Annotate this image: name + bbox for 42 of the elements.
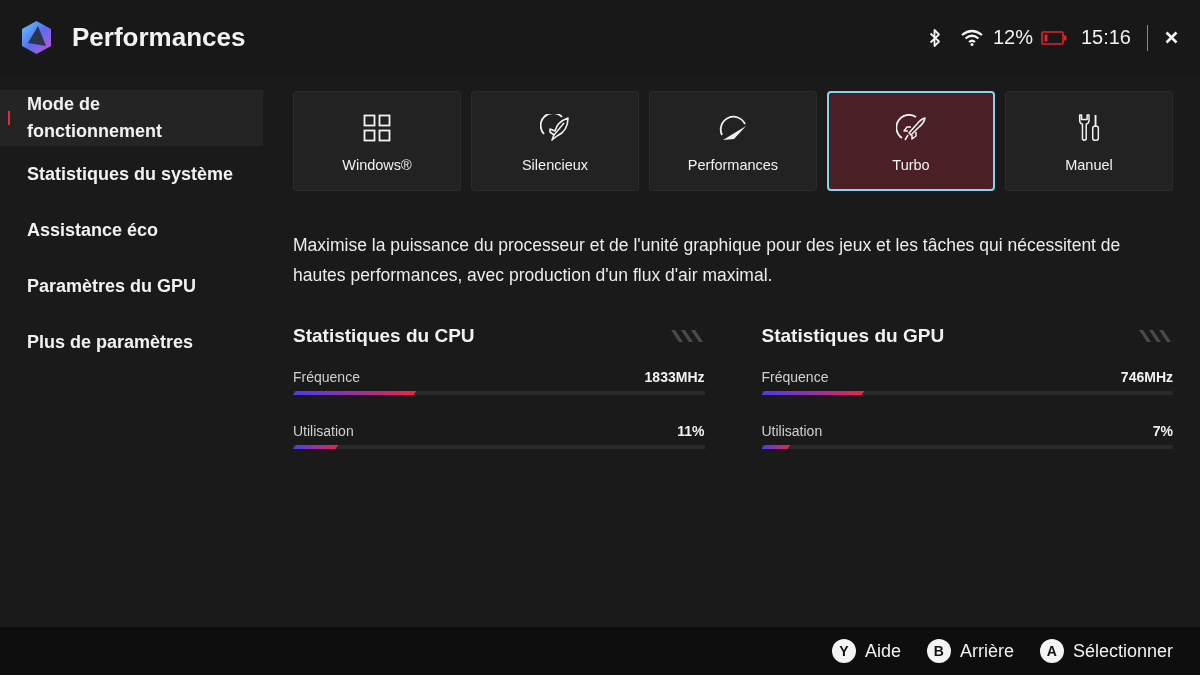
diagonal-stripes-icon bbox=[1137, 330, 1173, 342]
controller-key-icon: A bbox=[1039, 639, 1064, 663]
footer-action[interactable]: B Arrière bbox=[926, 639, 1014, 663]
low-battery-icon bbox=[1040, 30, 1067, 45]
controller-key-icon: B bbox=[926, 639, 951, 663]
sidebar-item[interactable]: Plus de paramètres bbox=[0, 314, 263, 370]
stat-value: 746MHz bbox=[1120, 369, 1173, 385]
stat-label: Utilisation bbox=[761, 423, 823, 439]
wifi-icon bbox=[960, 29, 983, 46]
mode-tile[interactable]: Windows® bbox=[293, 91, 461, 191]
mode-tile[interactable]: Performances bbox=[649, 91, 817, 191]
stat-label: Fréquence bbox=[293, 369, 360, 385]
mode-description: Maximise la puissance du processeur et de l'unité graphique pour des jeux et les tâches qui nécessitent de hautes performances, avec production d'un flux d'air maximal. bbox=[293, 234, 1122, 287]
app-logo-icon bbox=[20, 20, 53, 55]
stat-value: 7% bbox=[1152, 423, 1173, 439]
stat-label: Fréquence bbox=[761, 369, 829, 385]
stats-heading: Statistiques du CPU bbox=[293, 325, 475, 347]
sidebar-item[interactable]: Assistance éco bbox=[0, 202, 263, 258]
sidebar-item[interactable]: Mode de fonctionnement bbox=[0, 90, 263, 146]
sidebar-item[interactable]: Statistiques du système bbox=[0, 146, 263, 202]
mode-tile[interactable]: Turbo bbox=[827, 91, 995, 191]
diagonal-stripes-icon bbox=[668, 330, 705, 342]
footer-action[interactable]: A Sélectionner bbox=[1039, 639, 1173, 663]
controller-key-icon: Y bbox=[831, 639, 856, 663]
selection-marker-icon bbox=[8, 111, 10, 125]
speedometer-icon bbox=[718, 114, 748, 142]
stat-label: Utilisation bbox=[293, 423, 354, 439]
clock-time: 15:16 bbox=[1080, 26, 1131, 49]
stats-heading: Statistiques du GPU bbox=[761, 325, 945, 347]
stat-value: 1833MHz bbox=[644, 369, 705, 385]
rocket-icon bbox=[896, 114, 926, 142]
page-title: Performances bbox=[72, 22, 246, 53]
bluetooth-icon bbox=[928, 27, 941, 48]
mode-tile[interactable]: Manuel bbox=[1005, 91, 1173, 191]
grid-icon bbox=[362, 114, 392, 142]
close-icon bbox=[1164, 31, 1178, 44]
footer-action[interactable]: Y Aide bbox=[831, 639, 901, 663]
stat-value: 11% bbox=[677, 423, 705, 439]
sidebar-item[interactable]: Paramètres du GPU bbox=[0, 258, 263, 314]
mode-tile[interactable]: Silencieux bbox=[471, 91, 639, 191]
leaf-gauge-icon bbox=[540, 114, 570, 142]
battery-percentage: 12% bbox=[992, 26, 1033, 49]
